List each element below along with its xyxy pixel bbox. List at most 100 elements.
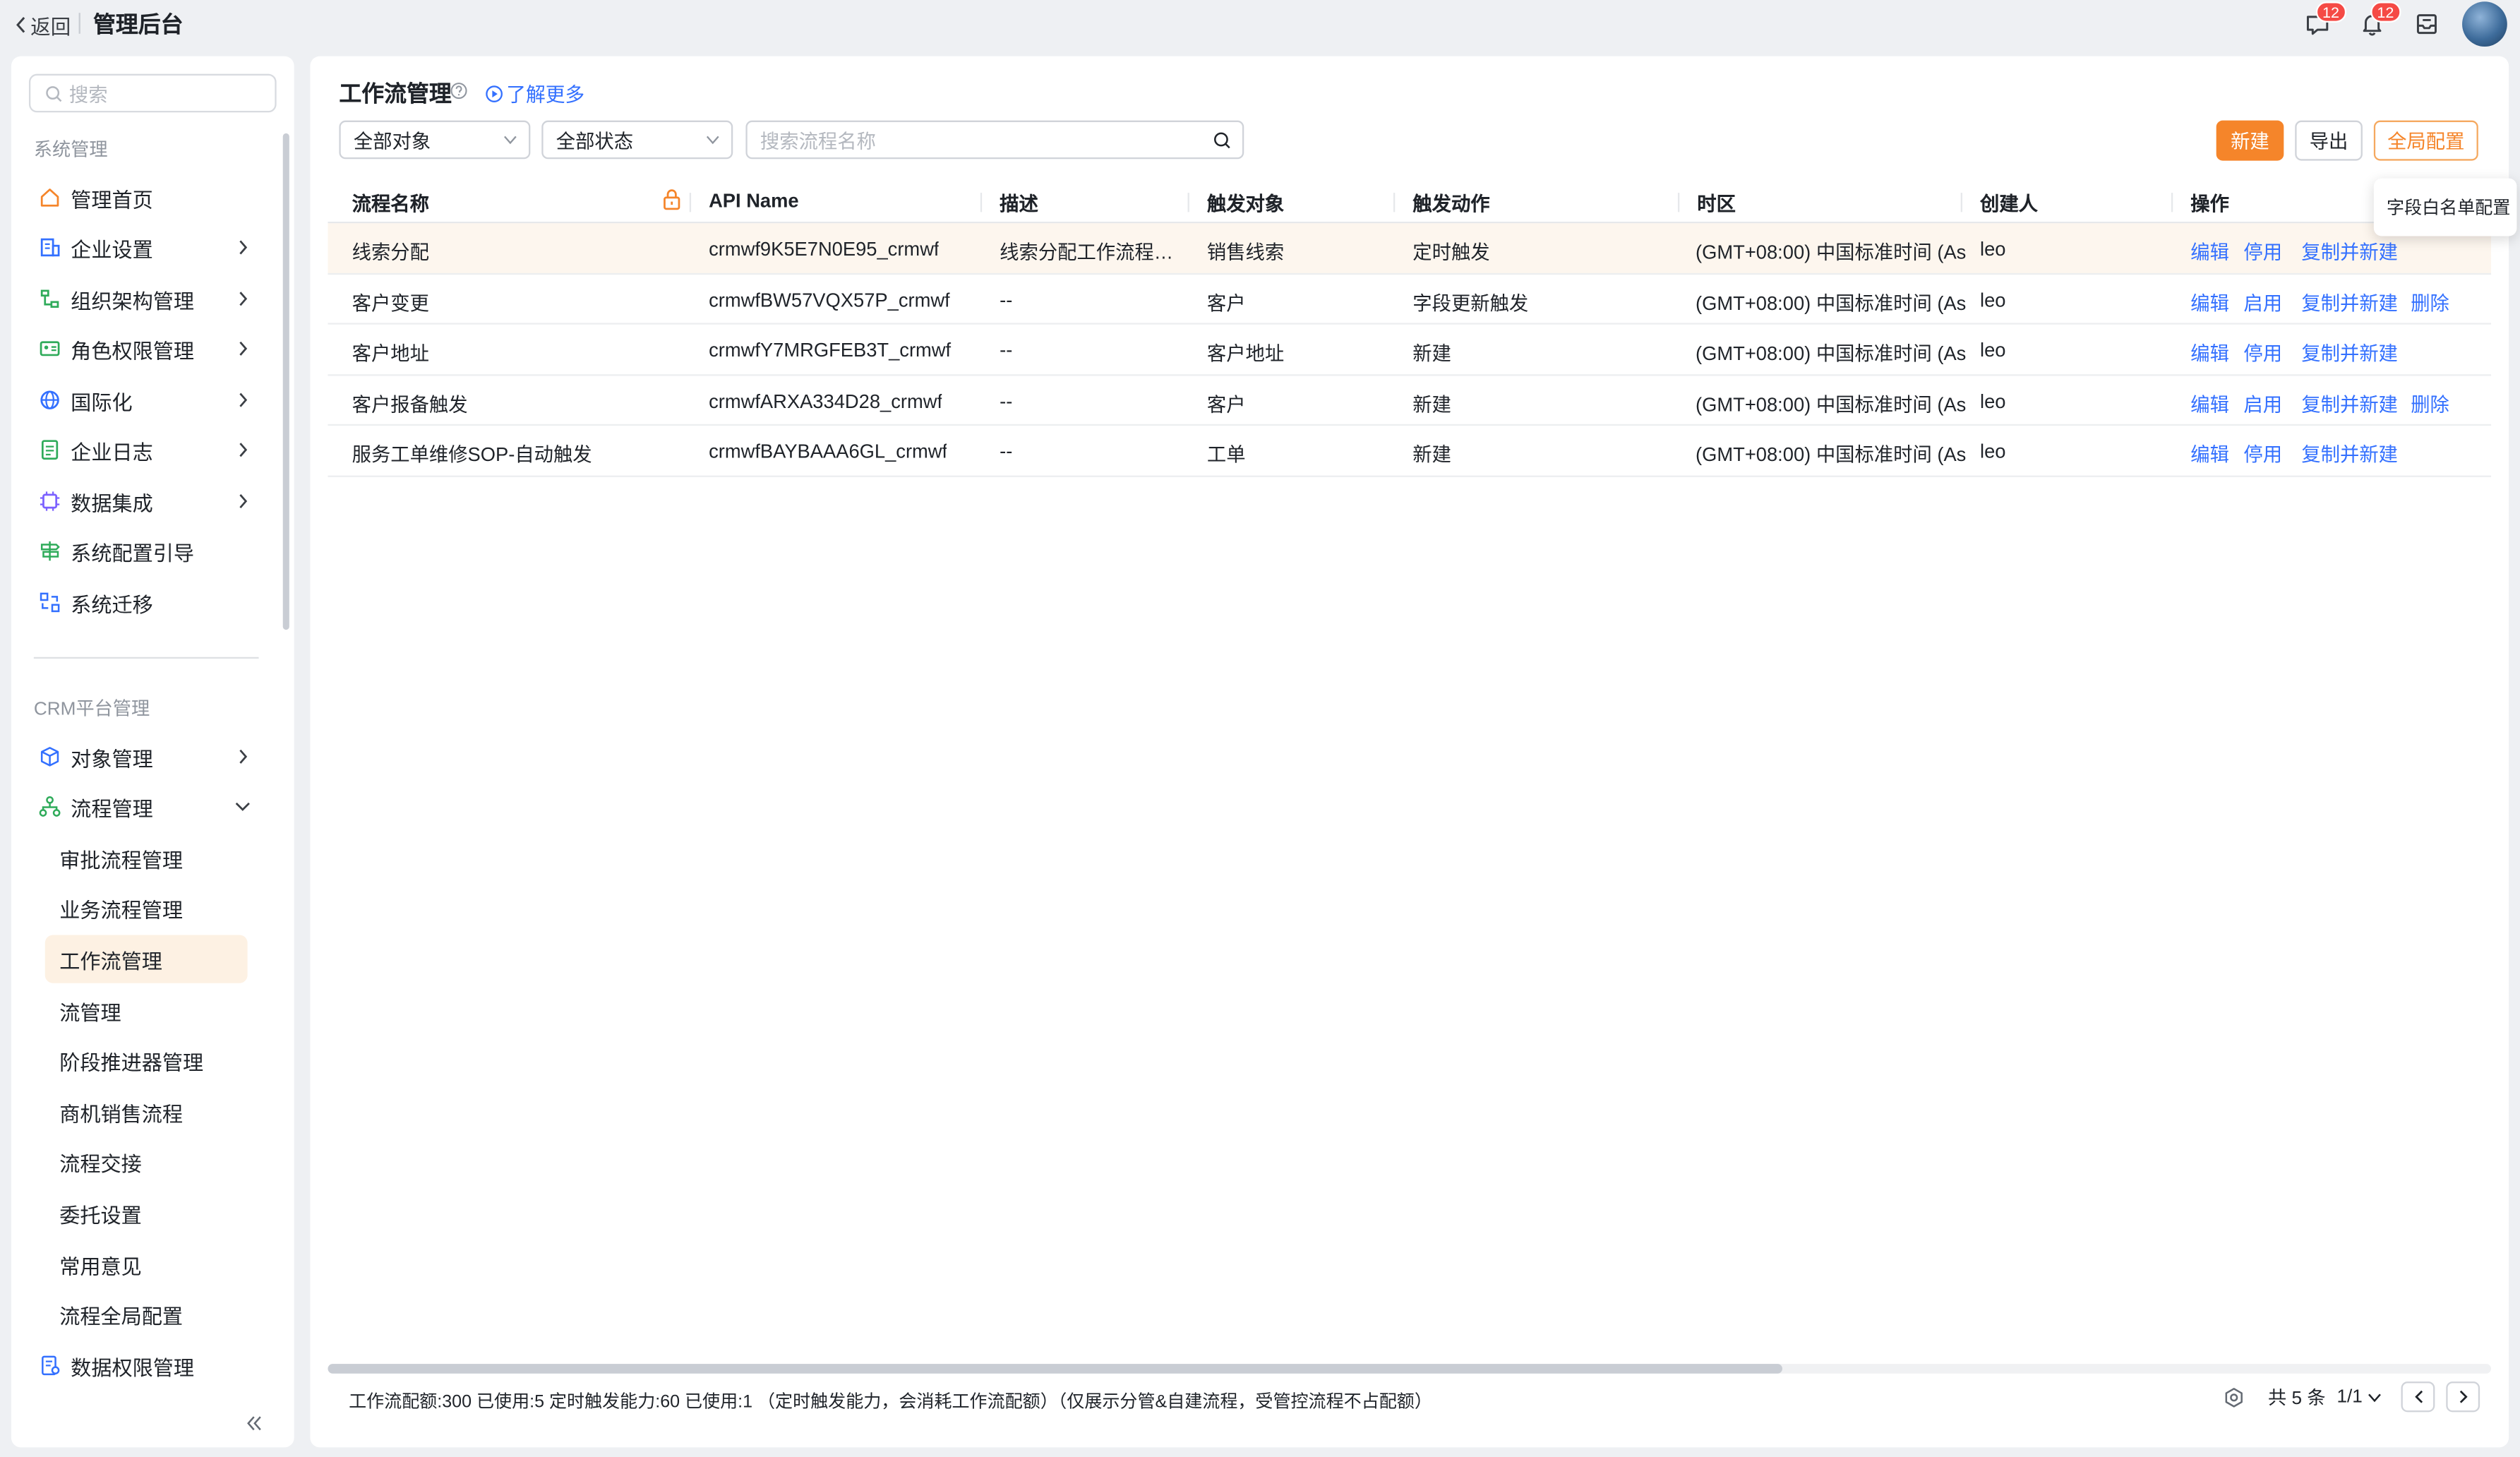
sidebar-item-migration[interactable]: 系统迁移: [34, 580, 259, 625]
sidebar-sub-business-flow[interactable]: 业务流程管理: [45, 884, 248, 932]
disable-link[interactable]: 停用: [2243, 440, 2282, 468]
table-row[interactable]: 客户地址 crmwfY7MRGFEB3T_crmwf -- 客户地址 新建 (G…: [328, 325, 2492, 376]
sidebar-item-label: 管理首页: [71, 187, 153, 212]
sidebar-sub-common-opinion[interactable]: 常用意见: [45, 1240, 248, 1288]
delete-link[interactable]: 删除: [2411, 390, 2449, 417]
pager-total: 共 5 条: [2268, 1389, 2326, 1408]
cell-action: 字段更新触发: [1412, 292, 1529, 315]
workflow-table: 流程名称 API Name 描述 触发对象 触发动作 时区 创建人 操作 线索分…: [328, 179, 2492, 477]
sidebar-item-home[interactable]: 管理首页: [34, 175, 259, 220]
sidebar-item-logs[interactable]: 企业日志: [34, 427, 259, 472]
search-icon[interactable]: [1213, 132, 1231, 150]
avatar[interactable]: [2462, 1, 2507, 47]
lock-icon[interactable]: [662, 188, 681, 210]
message-button[interactable]: 12: [2290, 1, 2346, 45]
page-select[interactable]: 1/1: [2336, 1387, 2382, 1406]
table-row[interactable]: 客户报备触发 crmwfARXA334D28_crmwf -- 客户 新建 (G…: [328, 376, 2492, 426]
notification-button[interactable]: 12: [2345, 1, 2401, 45]
field-whitelist-tooltip[interactable]: 字段白名单配置: [2373, 178, 2517, 236]
chevron-left-icon: [16, 17, 25, 33]
sidebar-item-i18n[interactable]: 国际化: [34, 378, 259, 423]
edit-link[interactable]: 编辑: [2190, 238, 2229, 265]
cell-api: crmwfY7MRGFEB3T_crmwf: [709, 339, 952, 362]
table-horizontal-scrollbar[interactable]: [328, 1364, 2492, 1374]
copy-new-link[interactable]: 复制并新建: [2301, 390, 2398, 417]
sidebar-item-org[interactable]: 组织架构管理: [34, 276, 259, 321]
learn-more-link[interactable]: 了解更多: [486, 79, 585, 108]
group-label-crm: CRM平台管理: [33, 700, 150, 720]
sidebar-sub-global-config[interactable]: 流程全局配置: [45, 1290, 248, 1338]
sidebar-sub-delegation[interactable]: 委托设置: [45, 1189, 248, 1237]
delete-link[interactable]: 删除: [2411, 289, 2449, 316]
cell-object: 客户: [1206, 393, 1246, 416]
copy-new-link[interactable]: 复制并新建: [2301, 238, 2398, 265]
sidebar-item-objects[interactable]: 对象管理: [34, 734, 259, 779]
sidebar-item-label: 系统迁移: [71, 592, 153, 616]
sidebar-sub-workflow[interactable]: 工作流管理: [44, 935, 248, 983]
chip-icon: [39, 490, 61, 512]
sidebar-item-company-settings[interactable]: 企业设置: [34, 225, 259, 270]
main-panel: 工作流管理 了解更多 全部对象 全部状态 搜索流程名称 新建 导出 全局配置 字…: [310, 56, 2517, 1448]
cell-desc: --: [1000, 390, 1013, 413]
sidebar-item-config-guide[interactable]: 系统配置引导: [34, 529, 259, 574]
status-filter-select[interactable]: 全部状态: [541, 120, 733, 160]
export-button[interactable]: 导出: [2295, 120, 2363, 161]
sidebar-search-input[interactable]: 搜索: [28, 73, 277, 113]
col-header-name: 流程名称: [352, 193, 429, 215]
sidebar-item-data-permission[interactable]: 数据权限管理: [34, 1343, 259, 1388]
sidebar-item-data-integration[interactable]: 数据集成: [34, 479, 259, 524]
object-filter-select[interactable]: 全部对象: [339, 120, 531, 160]
collapse-sidebar-icon[interactable]: [244, 1414, 263, 1433]
copy-new-link[interactable]: 复制并新建: [2301, 340, 2398, 367]
signpost-icon: [39, 540, 61, 563]
sidebar-scrollbar[interactable]: [282, 133, 289, 630]
cell-name: 线索分配: [352, 241, 429, 264]
sidebar-sub-handover[interactable]: 流程交接: [45, 1137, 248, 1185]
sidebar-sub-stage[interactable]: 阶段推进器管理: [45, 1036, 248, 1084]
disable-link[interactable]: 停用: [2243, 238, 2282, 265]
next-page-button[interactable]: [2446, 1381, 2480, 1413]
col-header-ops: 操作: [2190, 193, 2229, 215]
edit-link[interactable]: 编辑: [2190, 390, 2229, 417]
chevron-right-icon: [239, 749, 248, 764]
col-separator: [980, 193, 983, 212]
scrollbar-thumb[interactable]: [328, 1364, 1782, 1374]
sidebar-item-flow-management[interactable]: 流程管理: [34, 784, 259, 829]
cell-api: crmwfARXA334D28_crmwf: [709, 390, 943, 413]
enable-link[interactable]: 启用: [2243, 289, 2282, 316]
table-row[interactable]: 客户变更 crmwfBW57VQX57P_crmwf -- 客户 字段更新触发 …: [328, 274, 2492, 325]
table-row[interactable]: 服务工单维修SOP-自动触发 crmwfBAYBAAA6GL_crmwf -- …: [328, 426, 2492, 477]
chevron-right-icon: [239, 443, 248, 457]
col-separator: [1393, 193, 1396, 212]
help-icon[interactable]: [450, 82, 468, 100]
home-icon: [39, 186, 61, 209]
chevron-down-icon: [706, 136, 719, 145]
table-row[interactable]: 线索分配 crmwf9K5E7N0E95_crmwf 线索分配工作流程… 销售线…: [328, 223, 2492, 275]
back-button[interactable]: 返回: [14, 10, 71, 40]
new-button[interactable]: 新建: [2216, 120, 2284, 161]
sidebar-sub-opportunity[interactable]: 商机销售流程: [45, 1088, 248, 1136]
copy-new-link[interactable]: 复制并新建: [2301, 440, 2398, 468]
edit-link[interactable]: 编辑: [2190, 289, 2229, 316]
inbox-button[interactable]: [2399, 4, 2454, 45]
prev-page-button[interactable]: [2401, 1381, 2435, 1413]
flow-search-input[interactable]: 搜索流程名称: [745, 120, 1244, 160]
learn-more-label: 了解更多: [506, 83, 585, 107]
cell-creator: leo: [1980, 288, 2006, 311]
global-config-button[interactable]: 全局配置: [2373, 120, 2478, 161]
sidebar-sub-approval[interactable]: 审批流程管理: [45, 834, 248, 882]
play-circle-icon: [486, 85, 503, 102]
copy-new-link[interactable]: 复制并新建: [2301, 289, 2398, 316]
edit-link[interactable]: 编辑: [2190, 440, 2229, 468]
chevron-down-icon: [235, 802, 250, 811]
sidebar-item-roles[interactable]: 角色权限管理: [34, 326, 259, 371]
cell-action: 新建: [1412, 443, 1451, 467]
cell-api: crmwf9K5E7N0E95_crmwf: [709, 237, 940, 260]
cell-desc: 线索分配工作流程…: [1000, 241, 1174, 264]
gear-icon[interactable]: [2223, 1386, 2245, 1408]
sidebar-sub-stream[interactable]: 流管理: [45, 986, 248, 1034]
enable-link[interactable]: 启用: [2243, 390, 2282, 417]
col-header-creator: 创建人: [1980, 193, 2039, 215]
disable-link[interactable]: 停用: [2243, 340, 2282, 367]
edit-link[interactable]: 编辑: [2190, 340, 2229, 367]
